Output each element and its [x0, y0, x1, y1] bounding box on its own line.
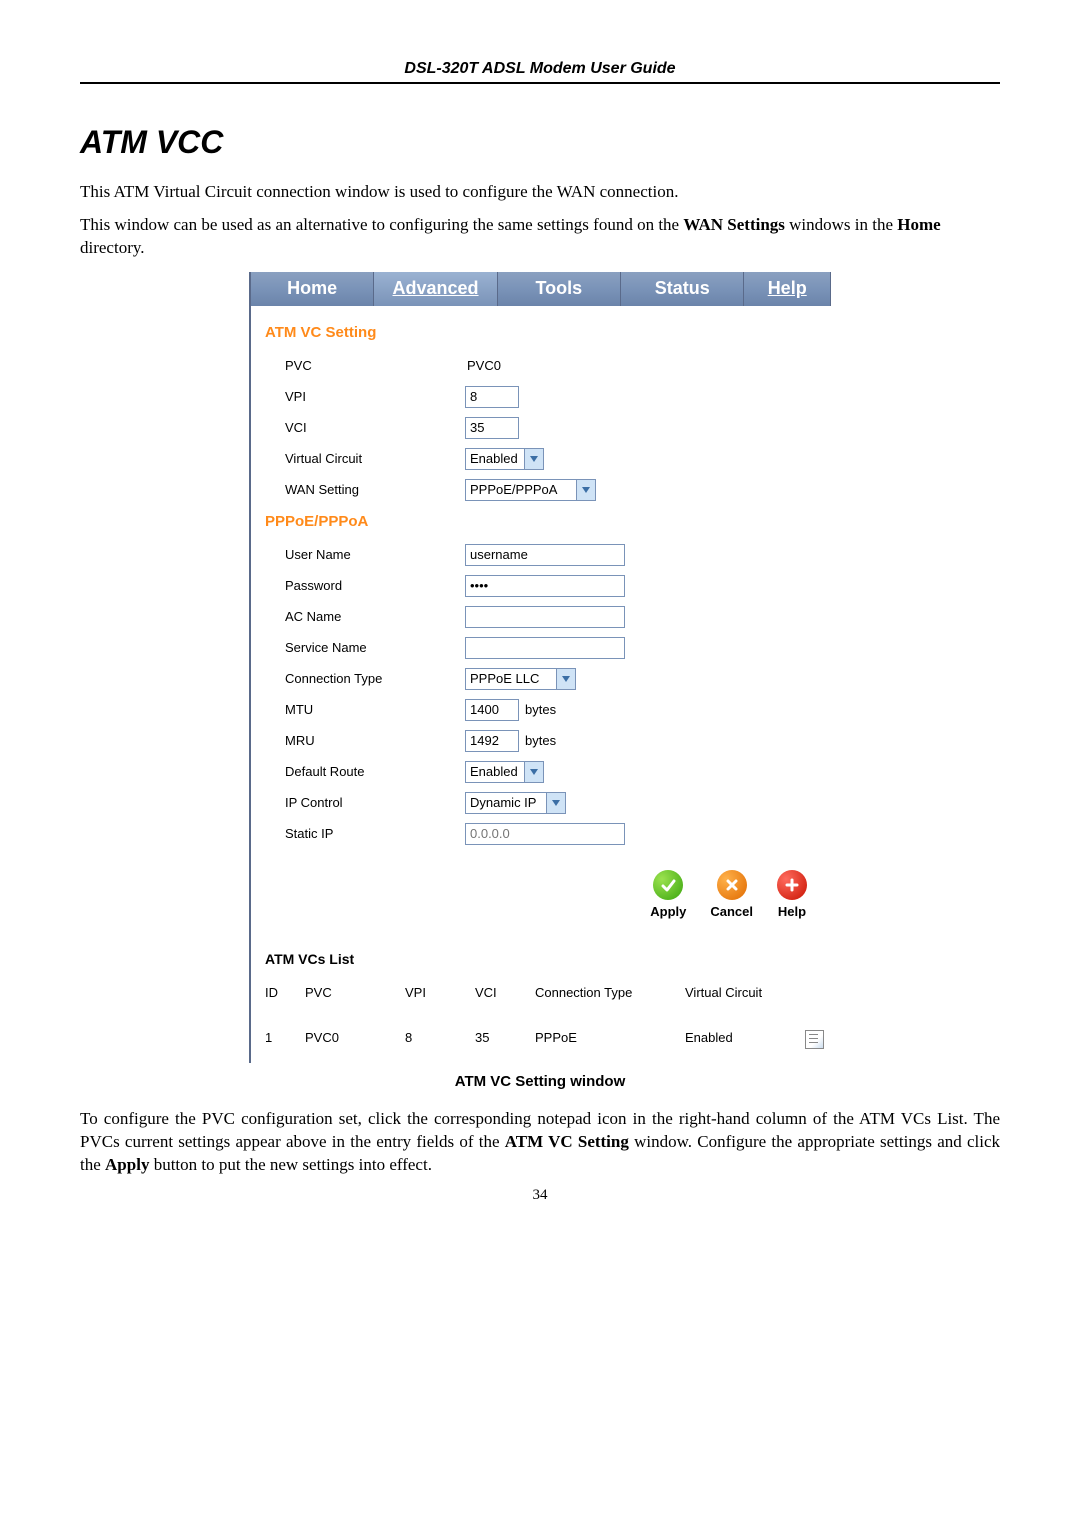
- chevron-down-icon: [546, 793, 565, 813]
- cell-vpi: 8: [405, 1030, 475, 1049]
- password-label: Password: [265, 578, 465, 593]
- pvc-label: PVC: [265, 358, 465, 373]
- tab-tools[interactable]: Tools: [498, 272, 621, 306]
- outro-c: button to put the new settings into effe…: [149, 1155, 432, 1174]
- intro-2-c: directory.: [80, 238, 145, 257]
- pvc-value: PVC0: [465, 355, 503, 376]
- chevron-down-icon: [556, 669, 575, 689]
- password-input[interactable]: [465, 575, 625, 597]
- acname-label: AC Name: [265, 609, 465, 624]
- chevron-down-icon: [524, 449, 543, 469]
- atm-vc-heading: ATM VC Setting: [265, 324, 817, 341]
- page-title: ATM VCC: [80, 124, 1000, 161]
- col-id: ID: [265, 985, 305, 1000]
- col-vc: Virtual Circuit: [685, 985, 805, 1000]
- wan-setting-select-value: PPPoE/PPPoA: [466, 482, 576, 497]
- cell-id: 1: [265, 1030, 305, 1049]
- tab-bar: Home Advanced Tools Status Help: [251, 272, 831, 306]
- outro-bold-1: ATM VC Setting: [505, 1132, 629, 1151]
- staticip-label: Static IP: [265, 826, 465, 841]
- col-pvc: PVC: [305, 985, 405, 1000]
- tab-status[interactable]: Status: [621, 272, 744, 306]
- cancel-button[interactable]: Cancel: [710, 870, 753, 919]
- cell-vci: 35: [475, 1030, 535, 1049]
- conntype-select-value: PPPoE LLC: [466, 671, 556, 686]
- intro-paragraph-2: This window can be used as an alternativ…: [80, 214, 1000, 260]
- cell-pvc: PVC0: [305, 1030, 405, 1049]
- atm-vcs-list-heading: ATM VCs List: [265, 951, 817, 967]
- vci-input[interactable]: [465, 417, 519, 439]
- vpi-label: VPI: [265, 389, 465, 404]
- defaultroute-select-value: Enabled: [466, 764, 524, 779]
- chevron-down-icon: [576, 480, 595, 500]
- ipcontrol-label: IP Control: [265, 795, 465, 810]
- atm-vcs-table: ID PVC VPI VCI Connection Type Virtual C…: [265, 985, 817, 1049]
- ipcontrol-select[interactable]: Dynamic IP: [465, 792, 566, 814]
- intro-2-bold-1: WAN Settings: [683, 215, 785, 234]
- vci-label: VCI: [265, 420, 465, 435]
- cancel-icon: [717, 870, 747, 900]
- intro-2-a: This window can be used as an alternativ…: [80, 215, 683, 234]
- ipcontrol-select-value: Dynamic IP: [466, 795, 546, 810]
- intro-paragraph-1: This ATM Virtual Circuit connection wind…: [80, 181, 1000, 204]
- servicename-label: Service Name: [265, 640, 465, 655]
- doc-header: DSL-320T ADSL Modem User Guide: [80, 60, 1000, 84]
- outro-paragraph: To configure the PVC configuration set, …: [80, 1108, 1000, 1177]
- apply-button[interactable]: Apply: [650, 870, 686, 919]
- vpi-input[interactable]: [465, 386, 519, 408]
- tab-home[interactable]: Home: [251, 272, 374, 306]
- outro-bold-2: Apply: [105, 1155, 149, 1174]
- username-input[interactable]: [465, 544, 625, 566]
- mtu-unit: bytes: [525, 702, 556, 717]
- help-label: Help: [778, 904, 806, 919]
- intro-2-bold-2: Home: [897, 215, 940, 234]
- page-number: 34: [80, 1187, 1000, 1204]
- cell-vc: Enabled: [685, 1030, 805, 1049]
- mtu-input[interactable]: [465, 699, 519, 721]
- action-row: Apply Cancel Help: [265, 852, 817, 929]
- defaultroute-label: Default Route: [265, 764, 465, 779]
- col-vpi: VPI: [405, 985, 475, 1000]
- mru-unit: bytes: [525, 733, 556, 748]
- conntype-label: Connection Type: [265, 671, 465, 686]
- cancel-label: Cancel: [710, 904, 753, 919]
- col-conn: Connection Type: [535, 985, 685, 1000]
- help-button[interactable]: Help: [777, 870, 807, 919]
- virtual-circuit-select[interactable]: Enabled: [465, 448, 544, 470]
- pppoe-heading: PPPoE/PPPoA: [265, 513, 817, 530]
- mru-label: MRU: [265, 733, 465, 748]
- wan-setting-label: WAN Setting: [265, 482, 465, 497]
- virtual-circuit-label: Virtual Circuit: [265, 451, 465, 466]
- acname-input[interactable]: [465, 606, 625, 628]
- servicename-input[interactable]: [465, 637, 625, 659]
- intro-2-b: windows in the: [785, 215, 897, 234]
- conntype-select[interactable]: PPPoE LLC: [465, 668, 576, 690]
- cell-conn: PPPoE: [535, 1030, 685, 1049]
- tab-help[interactable]: Help: [744, 272, 831, 306]
- username-label: User Name: [265, 547, 465, 562]
- edit-row-icon[interactable]: [805, 1030, 824, 1049]
- help-icon: [777, 870, 807, 900]
- apply-icon: [653, 870, 683, 900]
- virtual-circuit-select-value: Enabled: [466, 451, 524, 466]
- apply-label: Apply: [650, 904, 686, 919]
- col-vci: VCI: [475, 985, 535, 1000]
- atm-vc-screenshot: Home Advanced Tools Status Help ATM VC S…: [249, 272, 831, 1063]
- tab-advanced[interactable]: Advanced: [374, 272, 497, 306]
- staticip-input[interactable]: [465, 823, 625, 845]
- figure-caption: ATM VC Setting window: [80, 1073, 1000, 1090]
- mtu-label: MTU: [265, 702, 465, 717]
- chevron-down-icon: [524, 762, 543, 782]
- mru-input[interactable]: [465, 730, 519, 752]
- defaultroute-select[interactable]: Enabled: [465, 761, 544, 783]
- wan-setting-select[interactable]: PPPoE/PPPoA: [465, 479, 596, 501]
